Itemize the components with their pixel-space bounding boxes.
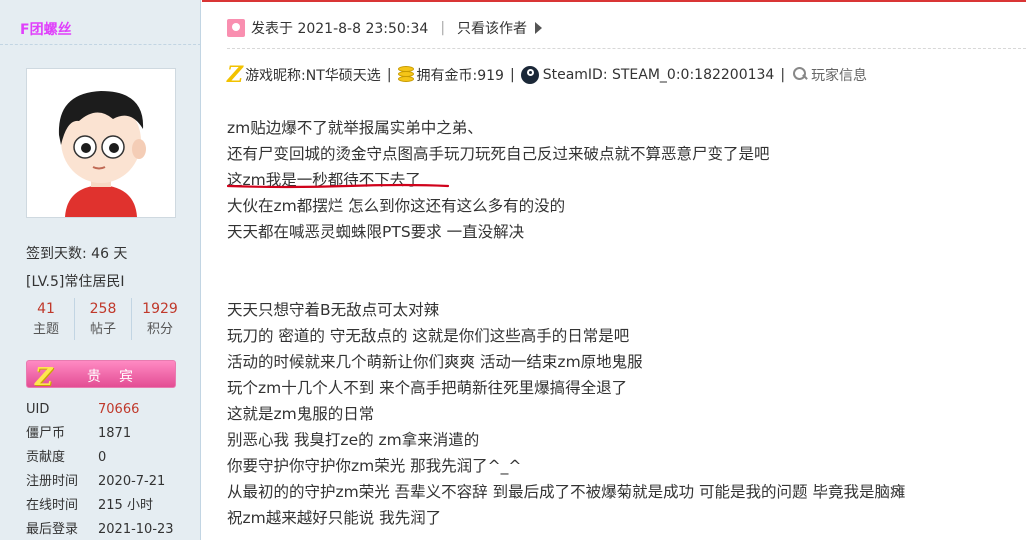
info-value: 2021-10-23 <box>98 522 174 537</box>
content-line: 你要守护你守护你zm荣光 那我先润了^_^ <box>227 457 522 475</box>
info-key: 贡献度 <box>26 450 66 465</box>
count-threads[interactable]: 41 主题 <box>18 298 75 340</box>
author-sidebar: F团螺丝 签到天数: 46 天 [LV.5]常住居民I 41 主题 258 帖子… <box>0 0 201 540</box>
info-row-coins: 僵尸币 1871 <box>26 422 196 446</box>
content-line: 别恶心我 我臭打ze的 zm拿来消遣的 <box>227 431 480 449</box>
z-logo-icon: Z <box>227 62 244 88</box>
info-row-last-login: 最后登录 2021-10-23 <box>26 518 196 540</box>
user-info-list: UID 70666 僵尸币 1871 贡献度 0 注册时间 2020-7-21 … <box>26 398 196 540</box>
info-row-uid: UID 70666 <box>26 398 196 422</box>
info-key: UID <box>26 402 50 417</box>
count-label: 主题 <box>32 322 59 337</box>
count-value: 41 <box>37 301 55 317</box>
sign-days: 签到天数: 46 天 <box>26 246 128 262</box>
info-key: 最后登录 <box>26 522 79 537</box>
player-info-link[interactable]: 玩家信息 <box>811 65 867 85</box>
count-posts[interactable]: 258 帖子 <box>75 298 132 340</box>
count-label: 帖子 <box>89 322 116 337</box>
content-line: 天天都在喊恶灵蜘蛛限PTS要求 一直没解决 <box>227 223 525 241</box>
count-value: 1929 <box>142 301 178 317</box>
online-status-icon <box>227 19 245 37</box>
author-name[interactable]: F团螺丝 <box>20 19 72 39</box>
user-tags-bar: Z 游戏昵称:NT华硕天选 | 拥有金币:919 | SteamID: STEA… <box>227 62 867 88</box>
post-header: 发表于 2021-8-8 23:50:34 | 只看该作者 <box>227 17 543 39</box>
post-content: zm贴边爆不了就举报属实弟中之弟、 还有尸变回城的烫金守点图高手玩刀玩死自己反过… <box>227 115 1026 531</box>
coins-icon <box>397 66 414 84</box>
content-line: 这zm我是一秒都待不下去了 <box>227 171 421 189</box>
divider <box>0 44 201 45</box>
info-row-online-time: 在线时间 215 小时 <box>26 494 196 518</box>
info-row-contribution: 贡献度 0 <box>26 446 196 470</box>
content-line: zm贴边爆不了就举报属实弟中之弟、 <box>227 119 483 137</box>
post-main: 发表于 2021-8-8 23:50:34 | 只看该作者 Z 游戏昵称:NT华… <box>202 0 1026 540</box>
content-line <box>227 271 1026 297</box>
info-key: 僵尸币 <box>26 426 66 441</box>
info-value: 0 <box>98 450 107 465</box>
info-value[interactable]: 70666 <box>98 398 139 422</box>
info-key: 在线时间 <box>26 498 79 513</box>
game-nickname: 游戏昵称:NT华硕天选 <box>245 68 381 84</box>
content-line: 这就是zm鬼服的日常 <box>227 405 375 423</box>
separator: | <box>509 67 515 83</box>
info-row-registered: 注册时间 2020-7-21 <box>26 470 196 494</box>
avatar-image <box>27 69 175 217</box>
count-points[interactable]: 1929 积分 <box>132 298 188 340</box>
content-line: 活动的时候就来几个萌新让你们爽爽 活动一结束zm原地鬼服 <box>227 353 643 371</box>
post-timestamp: 发表于 2021-8-8 23:50:34 <box>251 21 429 37</box>
arrow-right-icon[interactable] <box>535 22 543 34</box>
user-level[interactable]: [LV.5]常住居民I <box>26 271 124 291</box>
content-line: 还有尸变回城的烫金守点图高手玩刀玩死自己反过来破点就不算恶意尸变了是吧 <box>227 145 770 163</box>
count-value: 258 <box>89 301 117 317</box>
info-value: 2020-7-21 <box>98 474 166 489</box>
only-author-link[interactable]: 只看该作者 <box>457 18 527 38</box>
gold-coins: 拥有金币:919 <box>416 68 504 84</box>
avatar[interactable] <box>26 68 176 218</box>
user-counts: 41 主题 258 帖子 1929 积分 <box>18 298 188 340</box>
red-underline-annotation <box>227 183 449 189</box>
vip-badge: Z 贵宾 <box>26 360 176 391</box>
search-icon[interactable] <box>791 66 809 84</box>
separator: | <box>386 67 392 83</box>
separator: | <box>440 20 446 36</box>
count-label: 积分 <box>146 322 173 337</box>
content-line: 玩刀的 密道的 守无敌点的 这就是你们这些高手的日常是吧 <box>227 327 630 345</box>
content-line: 祝zm越来越好只能说 我先润了 <box>227 509 442 527</box>
content-line: 天天只想守着B无敌点可太对辣 <box>227 301 440 319</box>
info-value: 215 小时 <box>98 498 153 513</box>
vip-badge-label: 贵宾 <box>87 369 151 385</box>
post-top-border <box>202 0 1026 2</box>
info-key: 注册时间 <box>26 474 79 489</box>
steam-icon <box>520 66 539 84</box>
steam-id: SteamID: STEAM_0:0:182200134 <box>542 67 775 83</box>
separator: | <box>780 67 786 83</box>
content-line: 玩个zm十几个人不到 来个高手把萌新往死里爆搞得全退了 <box>227 379 628 397</box>
content-line: 从最初的的守护zm荣光 吾辈义不容辞 到最后成了不被爆菊就是成功 可能是我的问题… <box>227 483 906 501</box>
divider <box>227 48 1026 49</box>
content-line <box>227 245 1026 271</box>
content-line: 大伙在zm都摆烂 怎么到你这还有这么多有的没的 <box>227 197 566 215</box>
info-value: 1871 <box>98 426 132 441</box>
